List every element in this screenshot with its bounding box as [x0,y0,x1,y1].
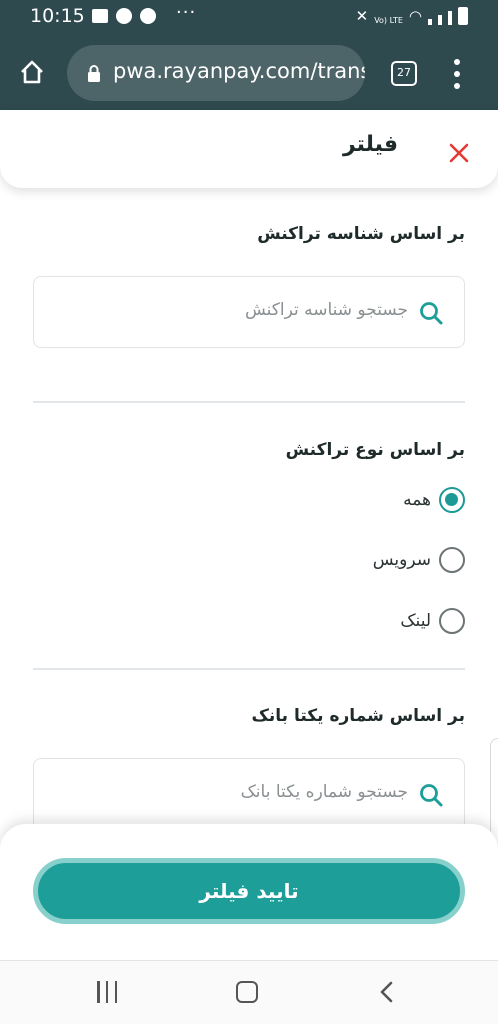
notification-icons [92,8,156,24]
bank-id-placeholder: جستجو شماره یکتا بانک [240,782,408,802]
url-text[interactable]: pwa.rayanpay.com/trans [113,59,365,83]
system-nav-bar [0,960,498,1024]
radio-option-all[interactable]: همه [403,485,465,515]
volte-icon: Vo) LTE [374,16,403,25]
gallery-icon [92,9,108,23]
bank-id-section-label: بر اساس شماره یکتا بانک [251,706,466,726]
tab-switcher-button[interactable]: 27 [391,61,417,86]
confirm-filter-button[interactable]: تایید فیلتر [33,858,465,924]
recent-apps-icon[interactable] [97,981,117,1003]
status-bar: 10:15 ··· ✕ Vo) LTE ◠ [0,0,498,36]
home-nav-icon[interactable] [236,981,258,1003]
radio-checked-icon[interactable] [439,487,465,513]
search-icon [420,302,443,325]
wifi-icon: ◠ [408,7,422,25]
bottom-action-sheet: تایید فیلتر [0,824,498,960]
divider [33,668,465,670]
more-notifications-icon: ··· [176,2,197,23]
lock-icon [88,65,100,82]
chrome-icon-2 [140,8,156,24]
mute-icon: ✕ [355,7,369,25]
tx-id-search-input[interactable]: جستجو شناسه تراکنش [33,276,465,348]
tx-id-section-label: بر اساس شناسه تراکنش [257,224,465,244]
back-icon[interactable] [376,979,398,1005]
radio-label: سرویس [372,550,431,570]
tx-id-placeholder: جستجو شناسه تراکنش [244,300,408,320]
radio-label: لینک [400,611,431,631]
radio-option-service[interactable]: سرویس [373,545,465,575]
signal-icon [428,19,432,25]
tx-type-section-label: بر اساس نوع تراکنش [285,440,465,460]
search-icon [420,784,443,807]
radio-unchecked-icon[interactable] [439,547,465,573]
divider [33,401,465,403]
chrome-icon [116,8,132,24]
page-title: فیلتر [342,132,398,157]
radio-label: همه [403,490,431,510]
radio-option-link[interactable]: لینک [400,606,465,636]
system-icons: ✕ Vo) LTE ◠ [356,7,468,25]
close-icon[interactable] [446,140,472,166]
signal-icon-bar [438,15,442,25]
radio-unchecked-icon[interactable] [439,608,465,634]
status-time: 10:15 [30,5,85,27]
signal-icon-bar [448,11,452,25]
browser-menu-icon[interactable] [453,59,461,89]
browser-toolbar: pwa.rayanpay.com/trans 27 [0,36,498,110]
filter-header: فیلتر [0,110,498,188]
bank-id-search-input[interactable]: جستجو شماره یکتا بانک [33,758,465,830]
address-bar[interactable]: pwa.rayanpay.com/trans [67,45,365,101]
home-icon[interactable] [18,58,46,86]
battery-icon [458,7,468,25]
